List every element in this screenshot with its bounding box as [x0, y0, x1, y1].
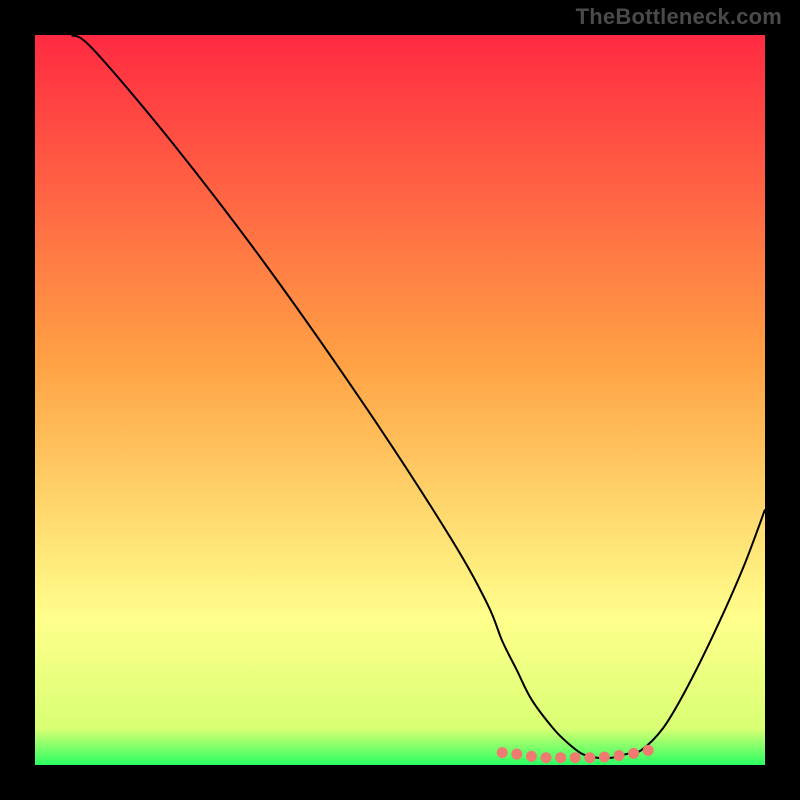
optimal-marker	[628, 748, 639, 759]
optimal-marker	[511, 749, 522, 760]
optimal-marker	[614, 750, 625, 761]
site-watermark: TheBottleneck.com	[576, 4, 782, 30]
optimal-marker	[599, 751, 610, 762]
optimal-marker	[541, 752, 552, 763]
plot-area	[35, 35, 765, 765]
optimal-marker	[643, 745, 654, 756]
optimal-marker	[555, 752, 566, 763]
optimal-marker	[497, 747, 508, 758]
optimal-marker	[526, 751, 537, 762]
optimal-marker	[584, 752, 595, 763]
optimal-marker	[570, 752, 581, 763]
chart-frame: TheBottleneck.com	[0, 0, 800, 800]
bottleneck-chart	[35, 35, 765, 765]
gradient-background	[35, 35, 765, 765]
